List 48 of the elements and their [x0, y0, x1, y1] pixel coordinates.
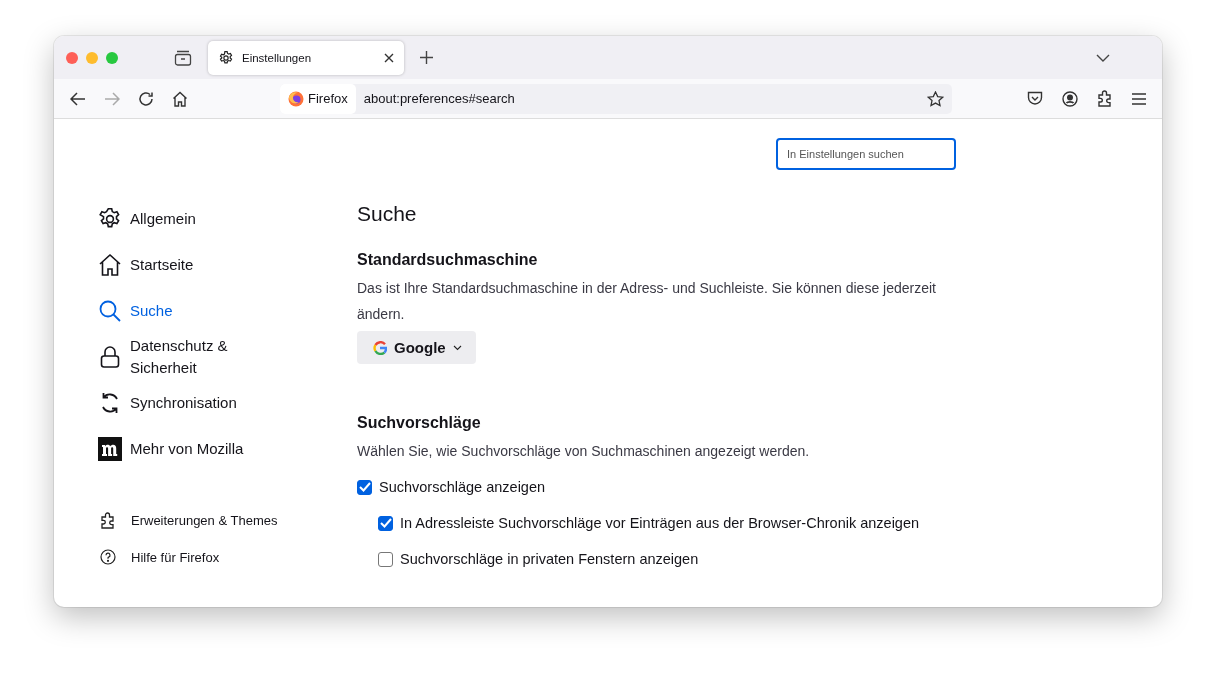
chevron-down-icon[interactable]: [1096, 53, 1110, 62]
checkbox-option[interactable]: Suchvorschläge anzeigen: [357, 474, 1162, 500]
browser-tab[interactable]: Einstellungen: [208, 40, 404, 75]
section-description: Wählen Sie, wie Suchvorschläge von Suchmaschinen angezeigt werden.: [357, 442, 811, 461]
back-arrow-icon[interactable]: [70, 91, 86, 106]
checkbox-option[interactable]: In Adressleiste Suchvorschläge vor Einträgen aus der Browser-Chronik anzeigen: [378, 510, 1162, 536]
browser-logo-icon: [288, 90, 304, 107]
home-icon[interactable]: [172, 90, 188, 107]
sidebar-link[interactable]: Hilfe für Firefox: [98, 549, 313, 565]
plus-icon[interactable]: [420, 51, 433, 64]
section-heading: Suchvorschläge: [357, 414, 482, 432]
menu-icon[interactable]: [1132, 92, 1146, 105]
section-heading: Standardsuchmaschine: [357, 251, 539, 269]
checkbox[interactable]: [357, 479, 372, 495]
pocket-icon[interactable]: [1027, 91, 1043, 106]
tray-icon[interactable]: [174, 49, 192, 66]
section-description: Das ist Ihre Standardsuchmaschine in der Adress- und Suchleiste. Sie können diese jederzeit ändern.: [357, 279, 937, 324]
g-logo-icon: [373, 340, 387, 355]
close-icon[interactable]: [384, 52, 394, 63]
checkbox[interactable]: [378, 551, 393, 567]
lock-icon: [98, 345, 122, 369]
checkbox[interactable]: [378, 515, 393, 531]
identity-button[interactable]: Firefox: [280, 83, 356, 114]
category-item[interactable]: Datenschutz & Sicherheit: [98, 334, 313, 380]
category-item[interactable]: Suche: [98, 288, 313, 334]
search-field[interactable]: In Einstellungen suchen: [776, 138, 956, 170]
sidebar-link[interactable]: Erweiterungen & Themes: [98, 512, 313, 529]
checkbox-option[interactable]: Suchvorschläge in privaten Fenstern anzeigen: [378, 546, 1162, 572]
engine-dropdown[interactable]: Google: [357, 331, 476, 364]
star-icon[interactable]: [927, 90, 944, 107]
category-item[interactable]: Startseite: [98, 242, 313, 288]
account-icon[interactable]: [1062, 90, 1078, 107]
home-icon: [98, 253, 122, 277]
caret-icon: [452, 344, 462, 351]
category-item[interactable]: Allgemein: [98, 196, 313, 242]
help-icon: [100, 549, 116, 565]
close-window-button[interactable]: [66, 51, 78, 64]
page-title: Suche: [357, 202, 418, 226]
search-icon: [98, 299, 122, 323]
puzzle-icon: [100, 512, 116, 529]
category-item[interactable]: Mehr von Mozilla: [98, 426, 313, 472]
category-item[interactable]: Synchronisation: [98, 380, 313, 426]
puzzle-icon[interactable]: [1097, 90, 1113, 107]
address-bar[interactable]: Firefox about:preferences#search: [280, 83, 952, 114]
reload-icon[interactable]: [138, 90, 154, 107]
settings-icon: [218, 49, 234, 66]
url-text: about:preferences#search: [363, 91, 515, 106]
mozilla-logo-icon: [98, 437, 122, 461]
